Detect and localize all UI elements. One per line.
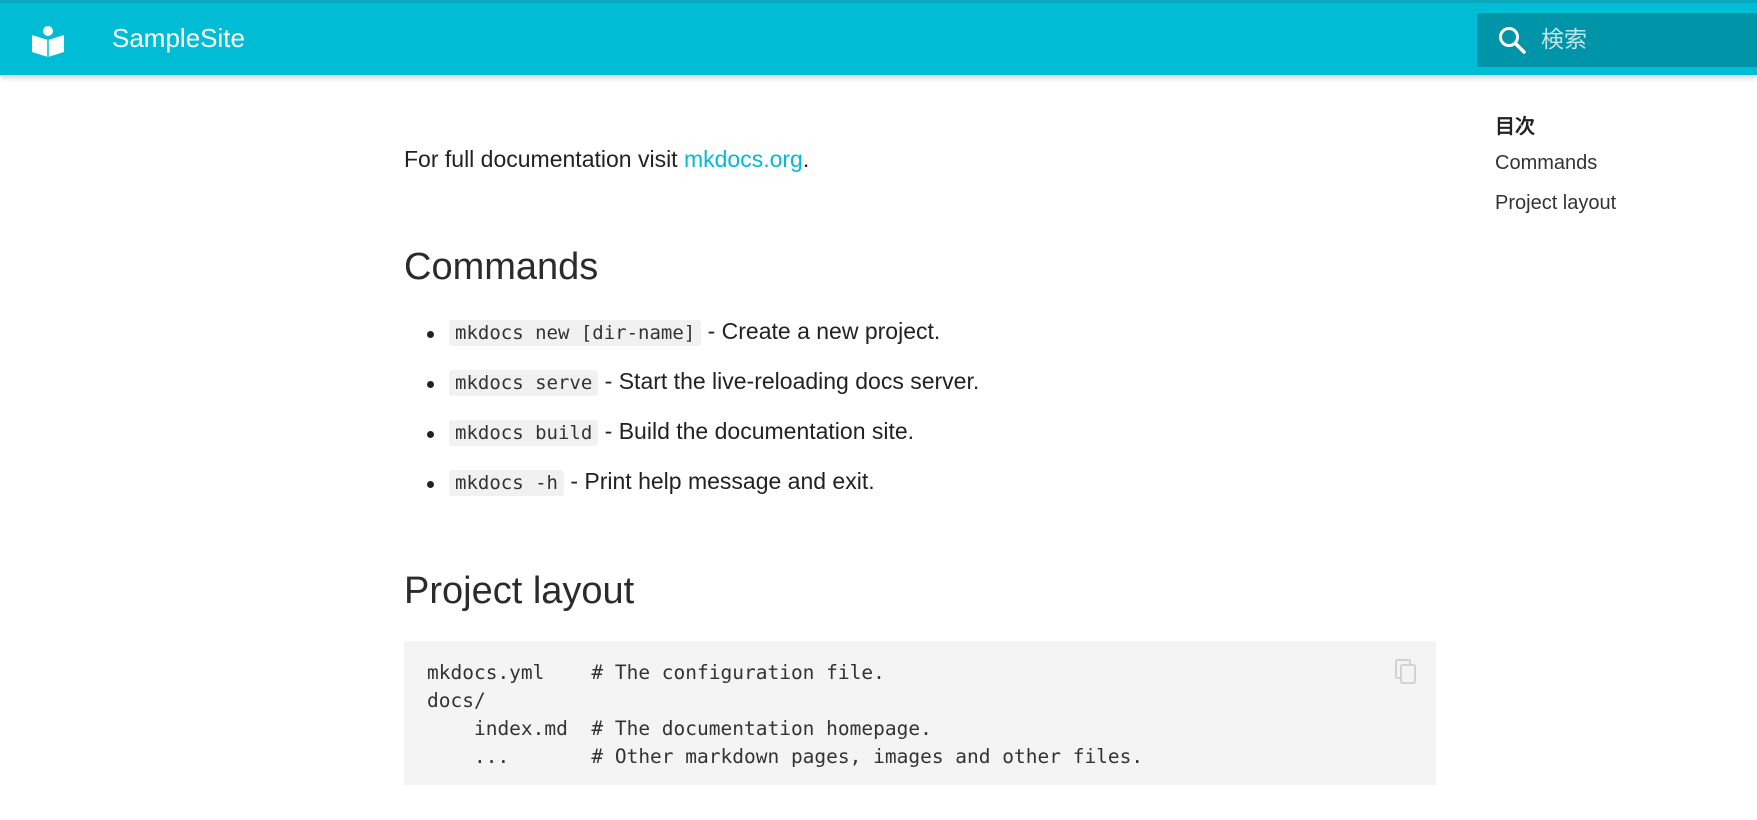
site-title[interactable]: SampleSite [112,23,245,54]
table-of-contents: 目次 Commands Project layout [1495,110,1616,232]
command-description: - Print help message and exit. [563,468,875,494]
command-code: mkdocs new [dir-name] [449,320,702,346]
toc-item-commands[interactable]: Commands [1495,152,1616,175]
intro-text: For full documentation visit [404,146,684,172]
list-item: mkdocs build - Build the documentation s… [404,418,979,468]
project-layout-heading: Project layout [404,570,635,612]
code-line: docs/ [427,689,486,712]
list-item: mkdocs new [dir-name] - Create a new pro… [404,318,979,368]
toc-title: 目次 [1495,114,1535,138]
commands-heading: Commands [404,246,599,288]
list-item: mkdocs serve - Start the live-reloading … [404,368,979,418]
list-item: mkdocs -h - Print help message and exit. [404,468,979,518]
search-box[interactable] [1477,13,1757,67]
top-header: SampleSite [0,0,1757,75]
intro-period: . [802,146,810,172]
code-block[interactable]: mkdocs.yml # The configuration file. doc… [404,641,1436,785]
code-line: mkdocs.yml # The configuration file. [427,661,885,684]
search-icon[interactable] [1497,25,1527,55]
book-reader-logo-icon[interactable] [30,25,66,57]
command-description: - Create a new project. [701,318,941,344]
code-line: ... # Other markdown pages, images and o… [427,745,1144,768]
copy-icon[interactable] [1394,659,1418,685]
commands-list: mkdocs new [dir-name] - Create a new pro… [404,318,979,518]
command-code: mkdocs -h [449,470,564,496]
command-description: - Start the live-reloading docs server. [598,368,980,394]
command-code: mkdocs serve [449,370,599,396]
code-line: index.md # The documentation homepage. [427,717,932,740]
command-description: - Build the documentation site. [598,418,915,444]
toc-item-project-layout[interactable]: Project layout [1495,192,1616,215]
intro-paragraph: For full documentation visit mkdocs.org. [404,146,809,173]
code-block-text: mkdocs.yml # The configuration file. doc… [427,659,1143,771]
command-code: mkdocs build [449,420,599,446]
mkdocs-link[interactable]: mkdocs.org [684,146,803,172]
search-input[interactable] [1541,22,1741,58]
